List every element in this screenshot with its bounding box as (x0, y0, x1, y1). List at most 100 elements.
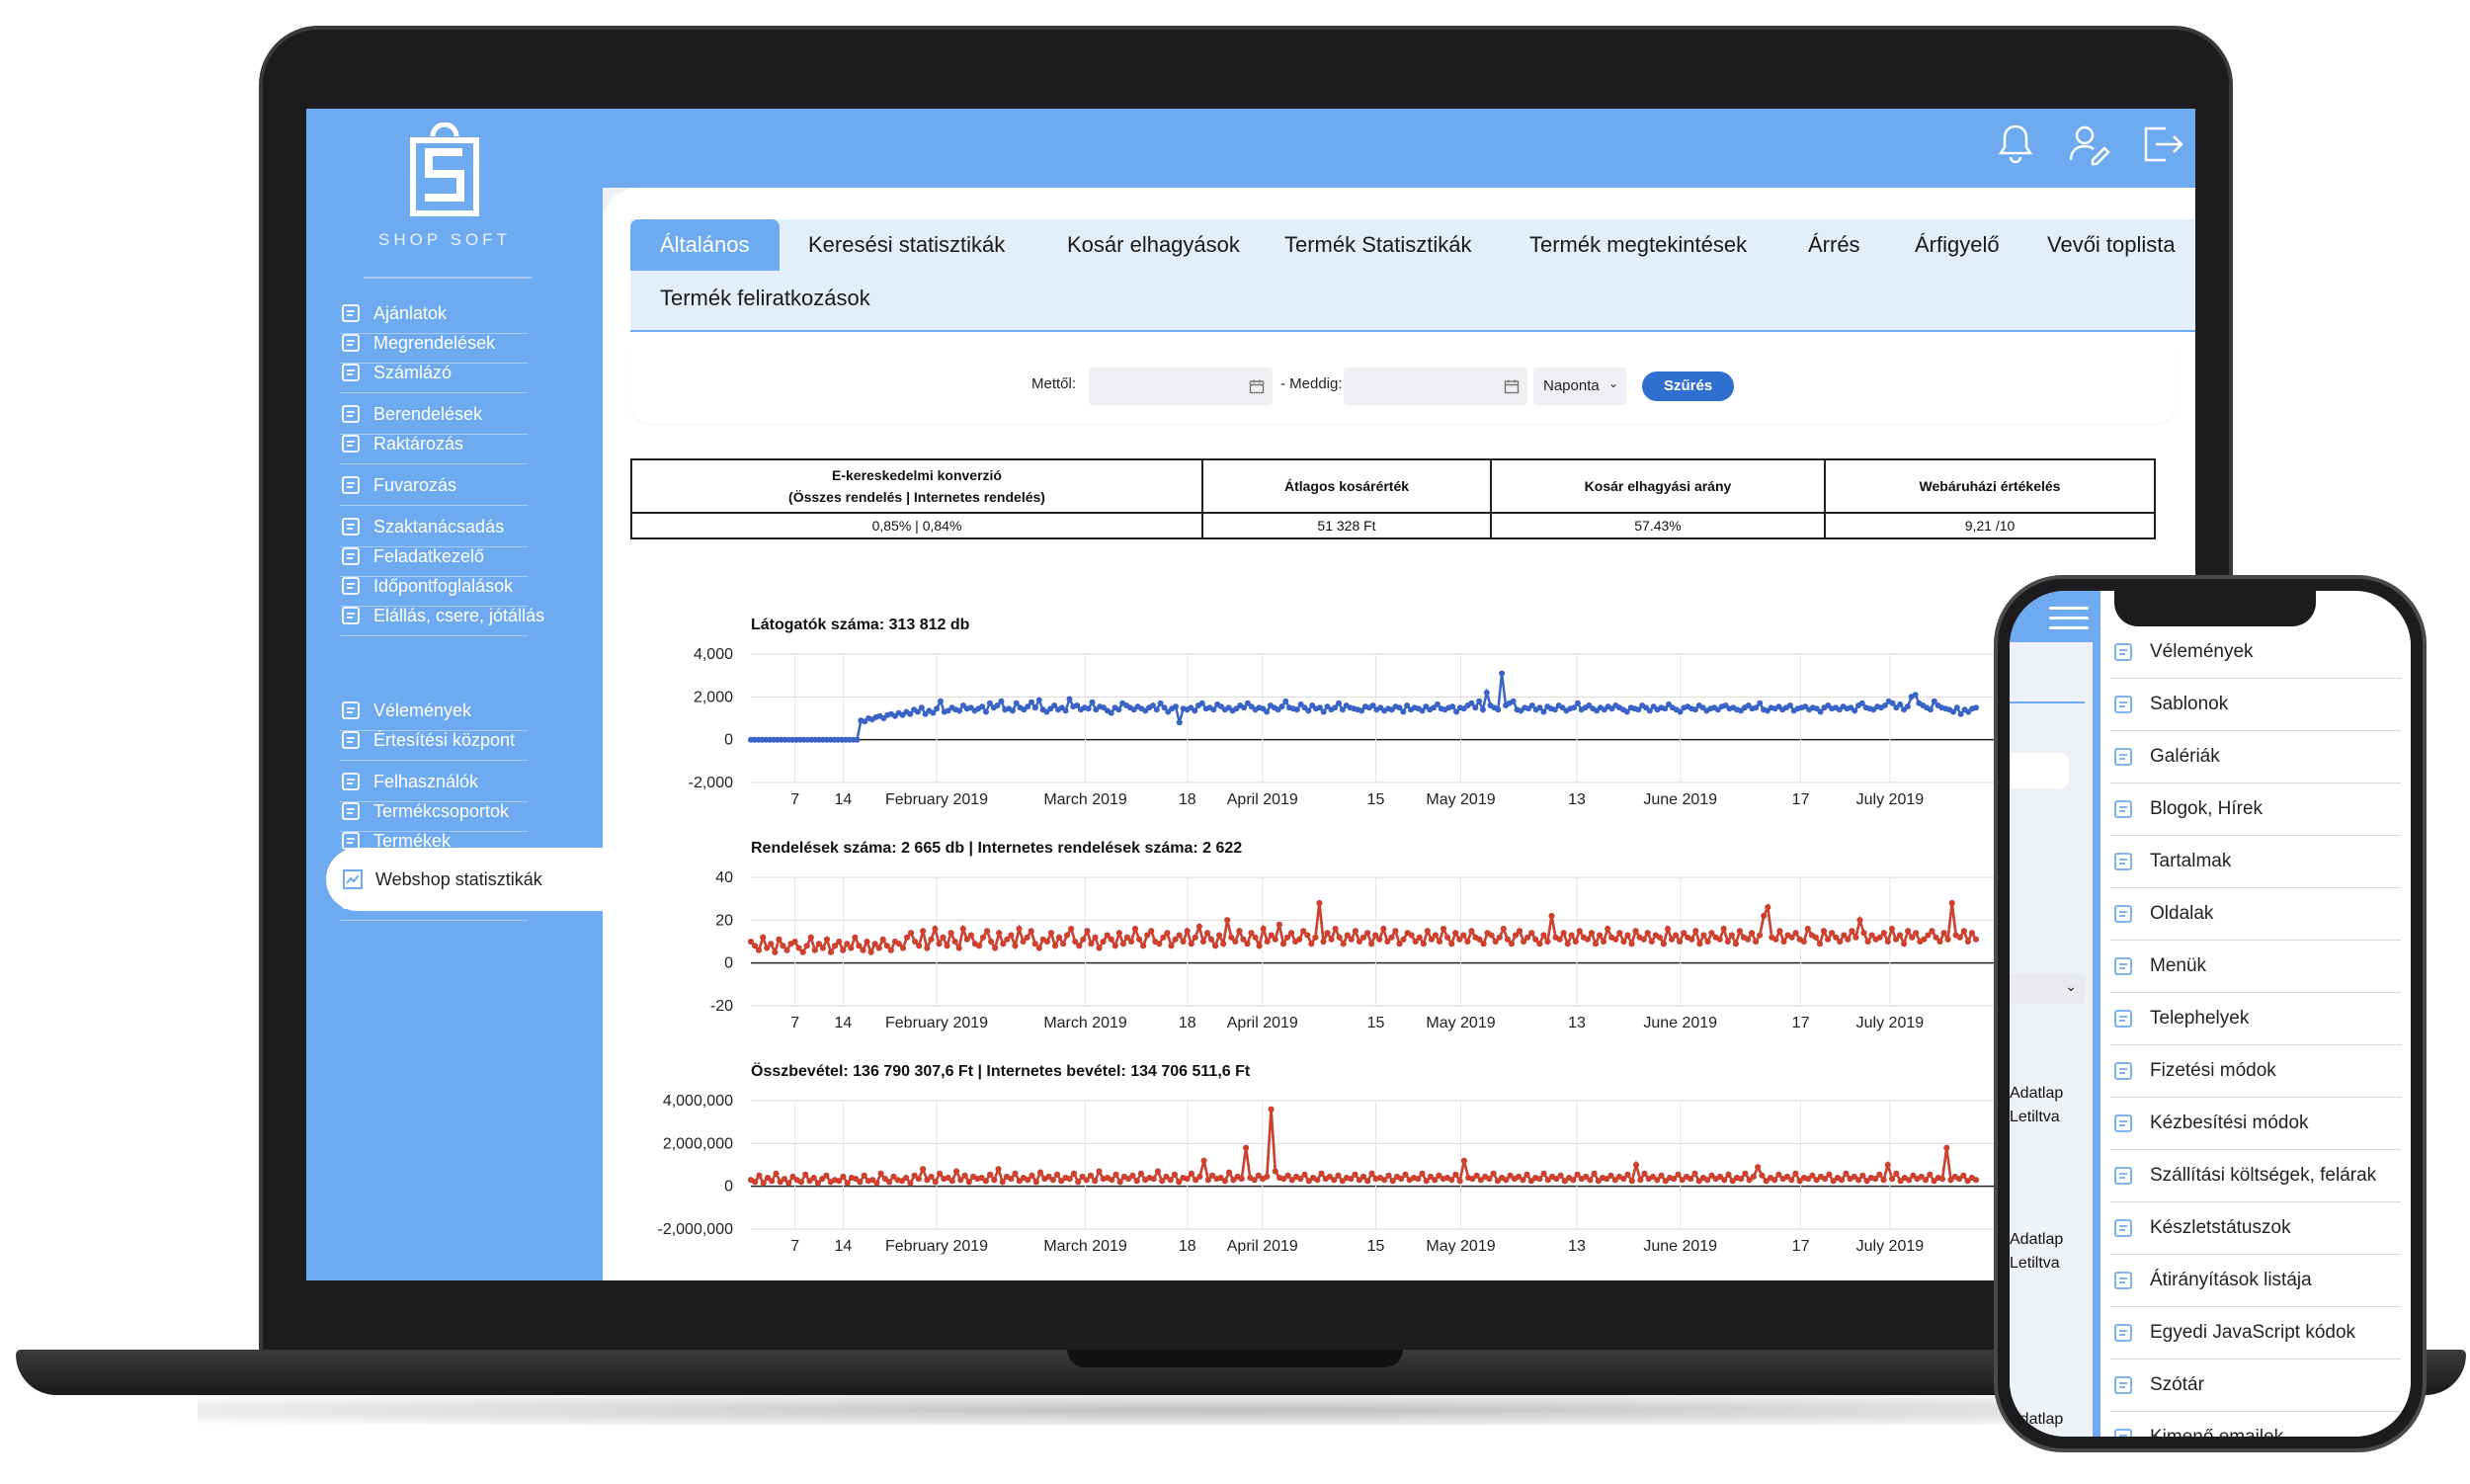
data-point (1523, 1171, 1530, 1178)
data-point (1056, 934, 1062, 941)
data-point (956, 707, 963, 714)
shop-soft-logo[interactable]: SHOP SOFT (361, 122, 529, 250)
data-point (1742, 1170, 1749, 1177)
phone-menu-item-6[interactable]: Menük (2110, 941, 2401, 993)
phone-menu-item-0[interactable]: Vélemények (2110, 626, 2401, 679)
data-point (1597, 932, 1604, 939)
data-point (1673, 932, 1680, 939)
tab-cart-abandonments[interactable]: Kosár elhagyások (1067, 219, 1240, 271)
tab-product-views[interactable]: Termék megtekintések (1529, 219, 1747, 271)
tab-search-statistics[interactable]: Keresési statisztikák (808, 219, 1005, 271)
calendar-icon (1249, 379, 1265, 394)
data-point (1071, 1170, 1077, 1177)
phone-menu-item-4[interactable]: Tartalmak (2110, 836, 2401, 888)
logout-icon[interactable] (2138, 121, 2185, 168)
data-point (807, 934, 814, 941)
tab-margin[interactable]: Árrés (1808, 219, 1860, 271)
bell-icon[interactable] (1992, 121, 2039, 168)
data-point (1557, 1172, 1564, 1179)
data-point (1620, 1176, 1627, 1183)
divider (340, 920, 528, 921)
filter-button[interactable]: Szűrés (1642, 371, 1735, 401)
data-point (1499, 670, 1506, 677)
summary-table: E-kereskedelmi konverzió (Összes rendelé… (630, 458, 2156, 539)
phone-menu-label: Menük (2150, 955, 2207, 976)
phone-menu-item-14[interactable]: Szótár (2110, 1360, 2401, 1412)
phone-menu-item-5[interactable]: Oldalak (2110, 888, 2401, 941)
data-point (1388, 934, 1395, 941)
user-edit-icon[interactable] (2065, 121, 2112, 168)
refresh-icon (340, 605, 362, 626)
sidebar-item-webshop-statistics[interactable]: Webshop statisztikák (326, 848, 622, 911)
tab-product-subscriptions[interactable]: Termék feliratkozások (660, 273, 870, 324)
laptop-shadow (198, 1395, 2272, 1425)
to-date-input[interactable] (1344, 368, 1527, 405)
phone-menu-item-11[interactable]: Készletstátuszok (2110, 1202, 2401, 1255)
data-point (1240, 936, 1247, 943)
data-point (984, 928, 991, 935)
data-point (1159, 1178, 1166, 1185)
data-point (1381, 1177, 1388, 1184)
data-point (1335, 1172, 1342, 1179)
phone-menu-item-1[interactable]: Sablonok (2110, 679, 2401, 731)
data-point (1049, 1177, 1056, 1184)
data-point (1738, 1176, 1745, 1183)
phone-menu-item-13[interactable]: Egyedi JavaScript kódok (2110, 1307, 2401, 1360)
tab-price-watcher[interactable]: Árfigyelő (1915, 219, 2000, 271)
data-point (1256, 943, 1263, 949)
data-point (1272, 1168, 1278, 1175)
data-point (1108, 936, 1114, 943)
data-point (934, 705, 941, 712)
phone-menu-item-9[interactable]: Kézbesítési módok (2110, 1098, 2401, 1150)
blog-icon (2110, 796, 2136, 822)
data-point (1208, 936, 1214, 943)
data-point (944, 943, 950, 949)
y-tick-label: 0 (724, 1179, 733, 1195)
data-point (1398, 1176, 1405, 1183)
phone-menu-item-8[interactable]: Fizetési módok (2110, 1045, 2401, 1098)
summary-header-row: E-kereskedelmi konverzió (Összes rendelé… (630, 458, 2156, 514)
sidebar-item-9[interactable]: Elállás, csere, jótállás (340, 597, 577, 636)
x-tick-label: June 2019 (1643, 1015, 1717, 1031)
page-icon (2110, 901, 2136, 927)
data-point (1220, 941, 1227, 948)
data-point (1700, 932, 1707, 939)
phone-menu-item-15[interactable]: Kimenő emailek (2110, 1412, 2401, 1437)
hamburger-menu-icon[interactable] (2049, 607, 2089, 636)
data-point (1052, 943, 1058, 949)
tab-product-statistics[interactable]: Termék Statisztikák (1284, 219, 1472, 271)
data-point (1460, 1157, 1467, 1164)
data-point (1297, 1176, 1304, 1183)
tab-general[interactable]: Általános (630, 219, 780, 271)
redirect-icon (2110, 1268, 2136, 1293)
data-point (1198, 700, 1205, 706)
template-icon (2110, 692, 2136, 717)
data-point (1574, 700, 1581, 706)
phone-menu-item-7[interactable]: Telephelyek (2110, 993, 2401, 1045)
data-point (1859, 1172, 1866, 1179)
data-point (1164, 930, 1171, 937)
period-select[interactable]: Naponta ⌄ (1533, 368, 1626, 405)
data-point (1495, 706, 1502, 713)
sidebar-item-12[interactable]: Értesítési központ (340, 721, 577, 761)
sidebar-item-5[interactable]: Fuvarozás (340, 466, 577, 506)
data-point (1532, 936, 1539, 943)
sidebar-item-2[interactable]: Számlázó (340, 354, 577, 393)
data-point (1556, 936, 1563, 943)
data-point (1054, 1171, 1060, 1178)
orders-chart: 40 20 0 -20 7 14 February 2019 March 2019 18 Apri… (710, 869, 2195, 1031)
from-date-input[interactable] (1089, 368, 1273, 405)
phone-menu-item-10[interactable]: Szállítási költségek, felárak (2110, 1150, 2401, 1202)
tab-customer-toplist[interactable]: Vevői toplista (2047, 219, 2176, 271)
data-point (773, 1170, 780, 1177)
data-point (1508, 941, 1515, 948)
data-point (999, 1179, 1006, 1186)
data-point (1112, 943, 1118, 949)
phone-menu-item-2[interactable]: Galériák (2110, 731, 2401, 783)
mail-icon (340, 729, 362, 751)
sidebar-item-4[interactable]: Raktározás (340, 425, 577, 464)
phone-menu-item-12[interactable]: Átirányítások listája (2110, 1255, 2401, 1307)
data-point (760, 934, 767, 941)
x-tick-label: 15 (1367, 1238, 1385, 1255)
phone-menu-item-3[interactable]: Blogok, Hírek (2110, 783, 2401, 836)
